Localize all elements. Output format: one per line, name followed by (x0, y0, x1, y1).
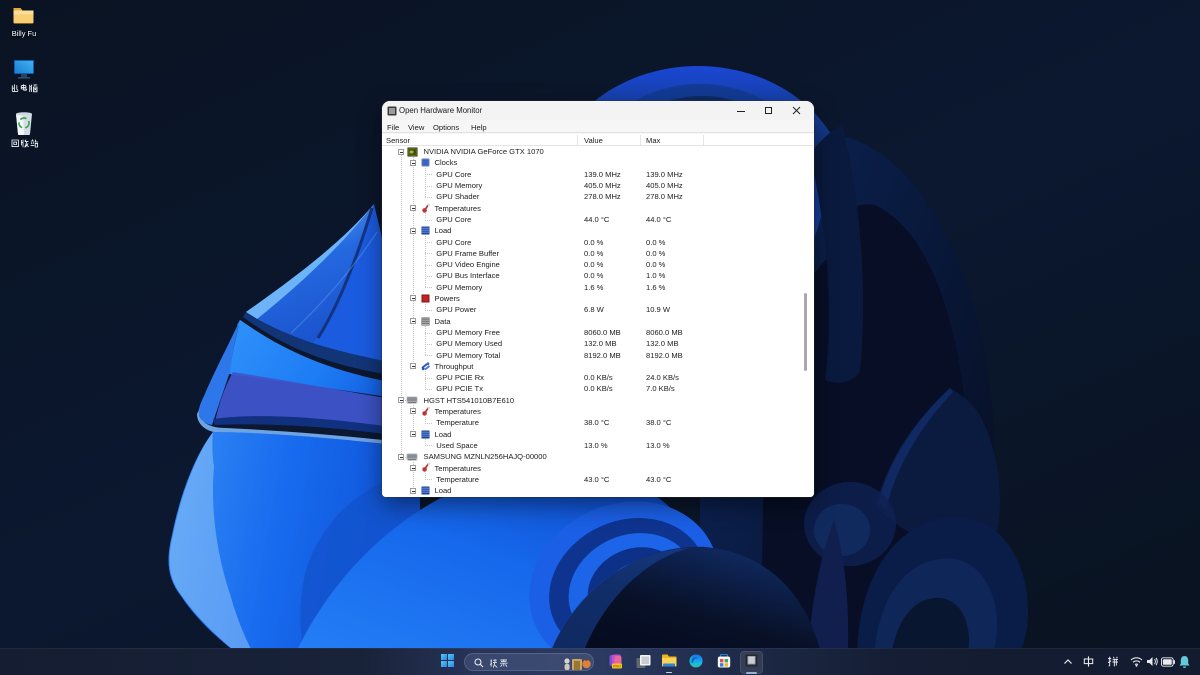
svg-text:PRO: PRO (613, 665, 621, 669)
